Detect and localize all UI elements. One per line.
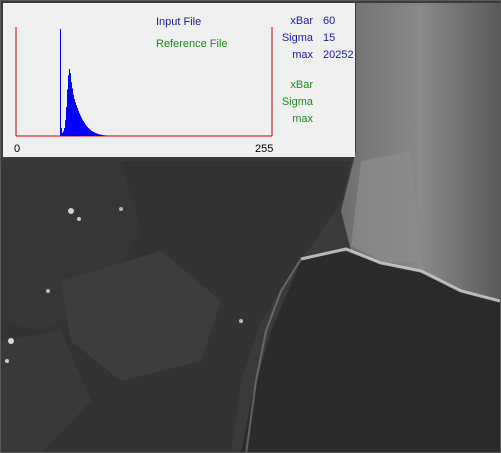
histogram-bar bbox=[81, 117, 82, 136]
histogram-bar bbox=[76, 105, 77, 136]
x-tick-max: 255 bbox=[255, 143, 274, 155]
histogram-bar bbox=[90, 129, 91, 136]
histogram-bar bbox=[79, 113, 80, 136]
input-xbar-value: 60 bbox=[323, 15, 336, 27]
reference-xbar-label: xBar bbox=[290, 79, 313, 91]
input-sigma-label: Sigma bbox=[281, 32, 313, 44]
histogram-bar bbox=[83, 121, 84, 136]
histogram-bar bbox=[84, 122, 85, 136]
histogram-bar bbox=[87, 127, 88, 136]
input-xbar-label: xBar bbox=[290, 15, 313, 27]
histogram-bar bbox=[100, 134, 101, 136]
histogram-bar bbox=[69, 68, 70, 136]
histogram-bar bbox=[60, 29, 61, 136]
histogram-bar bbox=[72, 88, 73, 136]
histogram-bar bbox=[77, 108, 78, 136]
histogram-bar bbox=[89, 129, 90, 136]
histogram-bar bbox=[96, 133, 97, 136]
histogram-bar bbox=[74, 99, 75, 136]
image-viewer[interactable]: Input File Reference File 0 255 xBar 60 … bbox=[0, 0, 501, 453]
histogram-bar bbox=[64, 128, 65, 136]
input-max-label: max bbox=[292, 49, 313, 61]
histogram-bar bbox=[73, 94, 74, 136]
histogram-bar bbox=[67, 89, 68, 136]
histogram-bar bbox=[75, 102, 76, 136]
histogram-bar bbox=[102, 135, 103, 136]
input-max-value: 20252 bbox=[323, 49, 354, 61]
histogram-bar bbox=[66, 106, 67, 136]
histogram-bar bbox=[92, 131, 93, 136]
legend-reference-file: Reference File bbox=[156, 38, 228, 50]
histogram-bar bbox=[103, 135, 104, 136]
histogram-bar bbox=[99, 134, 100, 136]
histogram-bar bbox=[95, 132, 96, 136]
histogram-bar bbox=[104, 135, 105, 136]
histogram-bar bbox=[68, 75, 69, 136]
histogram-bar bbox=[61, 128, 62, 136]
histogram-bar bbox=[82, 119, 83, 136]
histogram-bar bbox=[86, 125, 87, 136]
histogram-bar bbox=[88, 128, 89, 136]
histogram-bar bbox=[101, 134, 102, 136]
histogram-panel: Input File Reference File 0 255 xBar 60 … bbox=[3, 3, 355, 157]
histogram-bar bbox=[93, 131, 94, 136]
legend-input-file: Input File bbox=[156, 16, 202, 28]
histogram-bar bbox=[71, 82, 72, 136]
histogram-chart bbox=[15, 27, 273, 137]
histogram-bar bbox=[78, 110, 79, 136]
histogram-bar bbox=[94, 132, 95, 136]
input-sigma-value: 15 bbox=[323, 32, 336, 44]
histogram-bar bbox=[105, 135, 106, 136]
histogram-bar bbox=[65, 120, 66, 136]
reference-max-label: max bbox=[292, 113, 313, 125]
histogram-bar bbox=[97, 133, 98, 136]
histogram-bar bbox=[91, 130, 92, 136]
histogram-bar bbox=[62, 132, 63, 136]
x-tick-min: 0 bbox=[14, 143, 21, 155]
histogram-bar bbox=[85, 124, 86, 136]
histogram-bar bbox=[98, 134, 99, 136]
histogram-bar bbox=[63, 131, 64, 136]
histogram-bar bbox=[70, 73, 71, 136]
histogram-bars bbox=[60, 29, 116, 136]
histogram-bar bbox=[80, 115, 81, 136]
reference-sigma-label: Sigma bbox=[281, 96, 313, 108]
